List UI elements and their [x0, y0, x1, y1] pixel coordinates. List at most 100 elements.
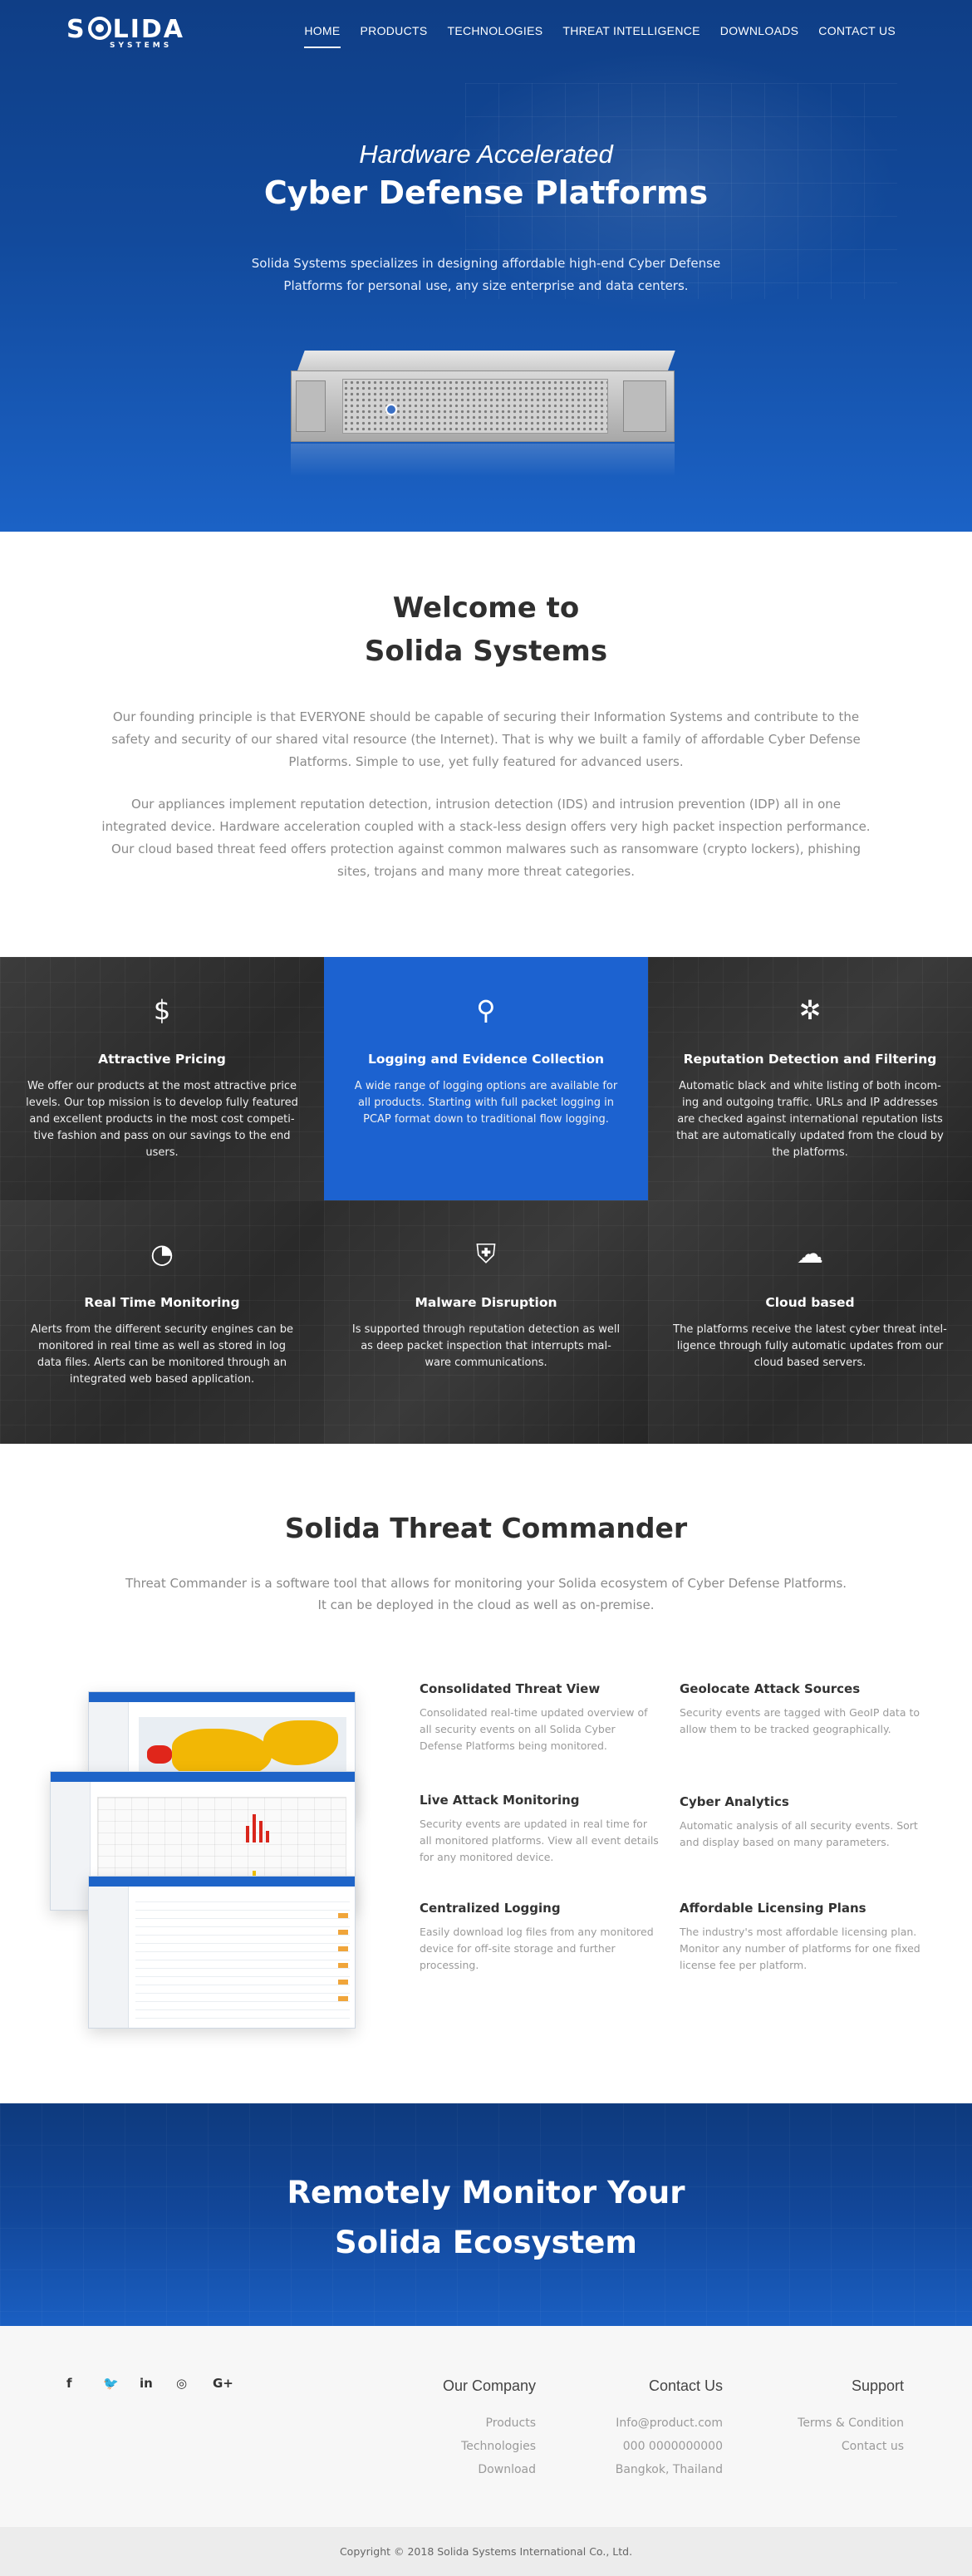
- feature-text: We offer our products at the most attrac…: [26, 1080, 298, 1159]
- footer-link-terms[interactable]: Terms & Condition: [748, 2412, 904, 2435]
- status-tag: [338, 1963, 348, 1968]
- footer-link-products[interactable]: Products: [399, 2412, 536, 2435]
- status-tag: [338, 1996, 348, 2001]
- tc-feature-title: Affordable Licensing Plans: [680, 1901, 866, 1916]
- features-grid: $ Attractive Pricing We offer our produc…: [0, 957, 972, 1444]
- footer-link-contact[interactable]: Contact us: [748, 2435, 904, 2458]
- googleplus-icon[interactable]: G+: [213, 2376, 249, 2391]
- nav-downloads[interactable]: DOWNLOADS: [710, 23, 809, 48]
- tc-feature-text: Security events are tagged with GeoIP da…: [680, 1706, 920, 1735]
- feature-title: Reputation Detection and Filtering: [683, 1052, 937, 1067]
- feature-title: Malware Disruption: [415, 1295, 557, 1310]
- footer-address: Bangkok, Thailand: [615, 2463, 723, 2476]
- footer-support-column: Support Terms & Condition Contact us: [748, 2377, 904, 2458]
- tc-feature-cyber-analytics: Cyber Analytics Automatic analysis of al…: [680, 1794, 920, 1851]
- threat-commander-description-line2: It can be deployed in the cloud as well …: [317, 1597, 655, 1612]
- logo-letter: S: [66, 15, 86, 44]
- shield-lock-icon: ⛨: [475, 1238, 496, 1269]
- network-icon: ✲: [798, 994, 822, 1026]
- welcome-title-line2: Solida Systems: [364, 635, 608, 668]
- threat-commander-title: Solida Threat Commander: [284, 1512, 688, 1544]
- feature-title: Real Time Monitoring: [84, 1295, 240, 1310]
- feature-text: Automatic black and white listing of bot…: [676, 1080, 944, 1159]
- logo-tagline: SYSTEMS: [110, 42, 173, 50]
- cta-title-line1: Remotely Monitor Your: [287, 2175, 685, 2210]
- feature-tile-malware: ⛨ Malware Disruption Is supported throug…: [324, 1200, 648, 1444]
- cloud-icon: ☁: [797, 1238, 823, 1269]
- feature-tile-logging: ⚲ Logging and Evidence Collection A wide…: [324, 957, 648, 1200]
- server-mesh-grille: [342, 379, 608, 434]
- linkedin-icon[interactable]: in: [140, 2376, 176, 2391]
- app-header-bar: [51, 1772, 355, 1782]
- twitter-icon[interactable]: 🐦: [103, 2376, 140, 2391]
- nav-products[interactable]: PRODUCTS: [351, 23, 438, 48]
- chart-bar: [246, 1826, 249, 1842]
- hero-section: S LIDA SYSTEMS HOME PRODUCTS TECHNOLOGIES…: [0, 0, 972, 532]
- tc-feature-consolidated-view: Consolidated Threat View Consolidated re…: [420, 1681, 660, 1754]
- tc-feature-text: Consolidated real-time updated overview …: [420, 1706, 648, 1752]
- status-tag: [338, 1946, 348, 1951]
- main-nav: HOME PRODUCTS TECHNOLOGIES THREAT INTELL…: [294, 23, 906, 48]
- facebook-icon[interactable]: f: [66, 2376, 103, 2391]
- server-top: [297, 351, 675, 372]
- map-hotspot: [147, 1745, 172, 1764]
- footer-email-link[interactable]: Info@product.com: [573, 2412, 723, 2435]
- app-header-bar: [89, 1692, 355, 1702]
- nav-technologies[interactable]: TECHNOLOGIES: [438, 23, 553, 48]
- footer-contact-column: Contact Us Info@product.com 000 00000000…: [573, 2377, 723, 2481]
- chart-bar: [266, 1831, 269, 1842]
- hero-title: Cyber Defense Platforms: [263, 174, 709, 211]
- status-tag: [338, 1980, 348, 1985]
- dollar-icon: $: [153, 994, 171, 1026]
- footer-link-technologies[interactable]: Technologies: [399, 2435, 536, 2458]
- tc-feature-licensing: Affordable Licensing Plans The industry'…: [680, 1901, 920, 1974]
- logo-letters: LIDA: [112, 15, 185, 44]
- welcome-paragraph-2: Our appliances implement reputation dete…: [101, 797, 871, 879]
- feature-tile-pricing: $ Attractive Pricing We offer our produc…: [0, 957, 324, 1200]
- footer: f 🐦 in ◎ G+ Our Company Products Technol…: [0, 2326, 972, 2527]
- nav-threat-intelligence[interactable]: THREAT INTELLIGENCE: [552, 23, 709, 48]
- feature-text: The platforms receive the latest cyber t…: [673, 1323, 947, 1369]
- app-header-bar: [89, 1877, 355, 1887]
- tc-feature-title: Cyber Analytics: [680, 1794, 789, 1809]
- magnifier-icon: ⚲: [476, 994, 496, 1026]
- cta-title: Remotely Monitor Your Solida Ecosystem: [0, 2168, 972, 2268]
- footer-heading: Our Company: [442, 2377, 536, 2394]
- welcome-title: Welcome to Solida Systems: [0, 586, 972, 673]
- feature-tile-monitoring: ◔ Real Time Monitoring Alerts from the d…: [0, 1200, 324, 1444]
- screenshot-log-table: [88, 1876, 356, 2029]
- feature-text: Alerts from the different security engin…: [30, 1323, 294, 1386]
- app-sidebar: [51, 1782, 91, 1910]
- logo-wordmark: S LIDA: [66, 15, 184, 45]
- tc-feature-live-monitoring: Live Attack Monitoring Security events a…: [420, 1793, 660, 1866]
- welcome-paragraph-1: Our founding principle is that EVERYONE …: [111, 709, 861, 769]
- cta-banner: Remotely Monitor Your Solida Ecosystem: [0, 2103, 972, 2326]
- feature-tile-reputation: ✲ Reputation Detection and Filtering Aut…: [648, 957, 972, 1200]
- footer-phone[interactable]: 000 0000000000: [573, 2435, 723, 2458]
- cta-title-line2: Solida Ecosystem: [335, 2225, 637, 2260]
- tc-feature-title: Consolidated Threat View: [420, 1681, 601, 1696]
- feature-title: Cloud based: [765, 1295, 855, 1310]
- welcome-title-line1: Welcome to: [392, 591, 580, 625]
- server-logo-badge-icon: [385, 404, 397, 415]
- tc-feature-geolocate: Geolocate Attack Sources Security events…: [680, 1681, 920, 1738]
- social-links: f 🐦 in ◎ G+: [66, 2376, 249, 2391]
- footer-company-column: Our Company Products Technologies Downlo…: [399, 2377, 536, 2481]
- threat-commander-description: Threat Commander is a software tool that…: [116, 1573, 856, 1616]
- footer-heading: Support: [851, 2377, 904, 2394]
- instagram-icon[interactable]: ◎: [176, 2376, 213, 2391]
- footer-link-download[interactable]: Download: [399, 2458, 536, 2481]
- nav-contact-us[interactable]: CONTACT US: [808, 23, 906, 48]
- nav-home[interactable]: HOME: [294, 23, 350, 48]
- logo[interactable]: S LIDA SYSTEMS: [66, 15, 199, 52]
- tc-feature-centralized-logging: Centralized Logging Easily download log …: [420, 1901, 660, 1974]
- tc-feature-title: Centralized Logging: [420, 1901, 561, 1916]
- tc-feature-title: Live Attack Monitoring: [420, 1793, 580, 1808]
- hero-subtitle: Hardware Accelerated: [359, 140, 613, 169]
- clock-icon: ◔: [150, 1238, 174, 1269]
- feature-tile-cloud: ☁ Cloud based The platforms receive the …: [648, 1200, 972, 1444]
- feature-text: Is supported through reputation detectio…: [351, 1323, 621, 1369]
- tc-feature-text: Automatic analysis of all security event…: [680, 1819, 918, 1848]
- threat-commander-description-line1: Threat Commander is a software tool that…: [125, 1576, 847, 1591]
- server-appliance-image: [291, 351, 681, 477]
